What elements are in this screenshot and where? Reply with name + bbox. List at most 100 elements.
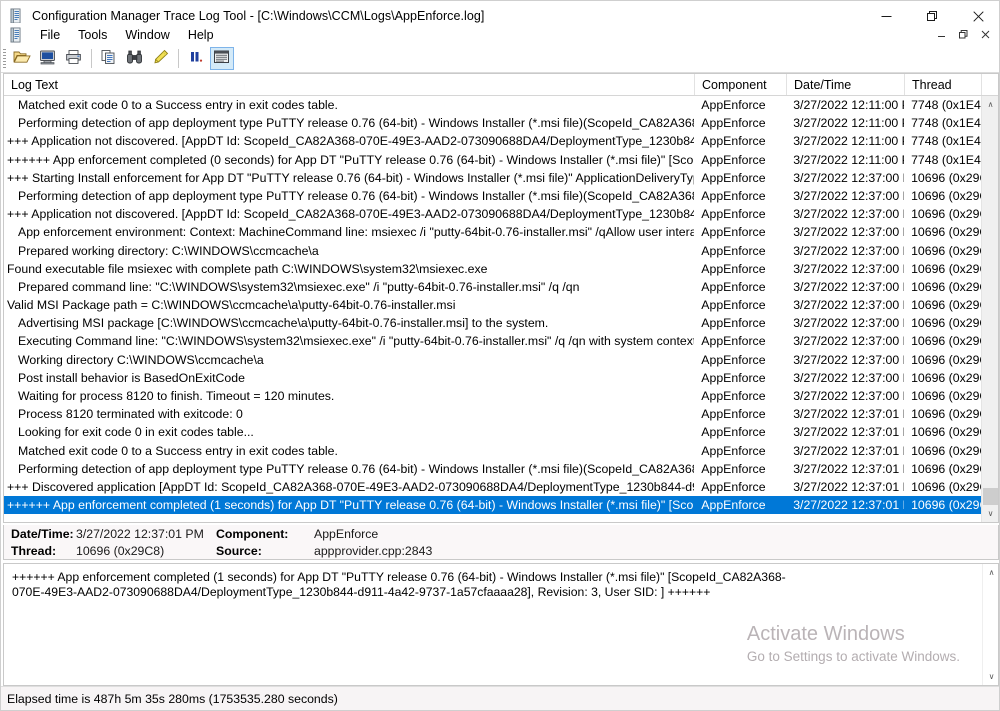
message-scroll-down-arrow-icon[interactable]: ∨ [983,668,998,685]
cell-date-time: 3/27/2022 12:37:00 PM [793,261,904,276]
list-vertical-scrollbar[interactable]: ∧ ∨ [981,96,998,522]
table-row[interactable]: Performing detection of app deployment t… [4,187,981,205]
watermark-subtitle: Go to Settings to activate Windows. [746,649,960,664]
toolbar-grip[interactable] [3,49,6,68]
cell-thread: 10696 (0x29C8) [911,370,981,385]
cell-date-time: 3/27/2022 12:37:00 PM [793,334,904,349]
table-row[interactable]: Performing detection of app deployment t… [4,114,981,132]
cell-component: AppEnforce [701,425,766,440]
mdi-restore-button[interactable] [953,25,973,43]
table-row[interactable]: Prepared working directory: C:\WINDOWS\c… [4,242,981,260]
cell-date-time: 3/27/2022 12:37:00 PM [793,225,904,240]
status-text: Elapsed time is 487h 5m 35s 280ms (17535… [7,691,338,706]
table-row[interactable]: +++ Application not discovered. [AppDT I… [4,205,981,223]
cell-component: AppEnforce [701,352,766,367]
cell-log-text: ++++++ App enforcement completed (0 seco… [7,152,695,167]
list-body[interactable]: Matched exit code 0 to a Success entry i… [4,96,981,522]
detail-thread-label: Thread: [11,543,57,558]
cell-thread: 10696 (0x29C8) [911,479,981,494]
cell-log-text: Valid MSI Package path = C:\WINDOWS\ccmc… [7,298,456,313]
message-pane[interactable]: ++++++ App enforcement completed (1 seco… [3,563,999,686]
cell-log-text: Process 8120 terminated with exitcode: 0 [18,407,243,422]
cell-thread: 10696 (0x29C8) [911,389,981,403]
highlight-button[interactable] [149,47,173,70]
cell-date-time: 3/27/2022 12:37:00 PM [793,352,904,367]
detail-pane-icon [213,49,231,68]
find-button[interactable] [123,47,147,70]
toolbar-separator [91,49,92,68]
table-row[interactable]: Executing Command line: "C:\WINDOWS\syst… [4,332,981,350]
table-row[interactable]: Waiting for process 8120 to finish. Time… [4,387,981,405]
cell-component: AppEnforce [701,461,766,476]
table-row[interactable]: Post install behavior is BasedOnExitCode… [4,369,981,387]
cell-component: AppEnforce [701,279,766,294]
cell-log-text: +++ Starting Install enforcement for App… [7,170,695,185]
copy-button[interactable] [97,47,121,70]
table-row[interactable]: App enforcement environment: Context: Ma… [4,223,981,241]
cell-date-time: 3/27/2022 12:37:01 PM [793,479,904,494]
log-list-view[interactable]: Log Text Component Date/Time Thread Matc… [3,73,999,523]
table-row[interactable]: +++ Application not discovered. [AppDT I… [4,132,981,150]
print-button[interactable] [62,47,86,70]
table-row[interactable]: ++++++ App enforcement completed (1 seco… [4,496,981,515]
cell-thread: 7748 (0x1E44) [911,116,981,131]
cell-component: AppEnforce [701,498,766,513]
cell-thread: 10696 (0x29C8) [911,188,981,203]
table-row[interactable]: Found executable file msiexec with compl… [4,260,981,278]
table-row[interactable]: Process 8120 terminated with exitcode: 0… [4,405,981,423]
column-header-date-time[interactable]: Date/Time [787,74,905,95]
cell-thread: 10696 (0x29C8) [911,334,981,349]
cell-thread: 10696 (0x29C8) [911,443,981,458]
column-header-component[interactable]: Component [695,74,787,95]
cell-date-time: 3/27/2022 12:37:01 PM [793,498,904,513]
table-row[interactable]: +++ Starting Install enforcement for App… [4,169,981,187]
scroll-down-arrow-icon[interactable]: ∨ [982,505,998,522]
show-detail-pane-button[interactable] [210,47,234,70]
table-row[interactable]: Working directory C:\WINDOWS\ccmcache\a A… [4,351,981,369]
table-row[interactable]: ++++++ App enforcement completed (0 seco… [4,151,981,169]
menu-help[interactable]: Help [179,26,223,44]
cell-log-text: Post install behavior is BasedOnExitCode [18,370,245,385]
detail-row-1: Date/Time: 3/27/2022 12:37:01 PM Compone… [4,525,998,542]
column-header-thread[interactable]: Thread [905,74,982,95]
window-title: Configuration Manager Trace Log Tool - [… [32,9,485,23]
scroll-up-arrow-icon[interactable]: ∧ [982,96,998,113]
cell-thread: 10696 (0x29C8) [911,461,981,476]
cell-date-time: 3/27/2022 12:37:00 PM [793,370,904,385]
cell-date-time: 3/27/2022 12:37:01 PM [793,407,904,422]
monitor-icon [39,49,57,68]
message-scroll-up-arrow-icon[interactable]: ∧ [983,564,998,581]
cell-log-text: App enforcement environment: Context: Ma… [18,225,695,240]
cell-date-time: 3/27/2022 12:37:00 PM [793,170,904,185]
detail-thread-value: 10696 (0x29C8) [76,543,165,558]
cell-thread: 10696 (0x29C8) [911,243,981,258]
mdi-close-button[interactable] [975,25,995,43]
table-row[interactable]: +++ Discovered application [AppDT Id: Sc… [4,478,981,496]
table-row[interactable]: Advertising MSI package [C:\WINDOWS\ccmc… [4,314,981,332]
cell-date-time: 3/27/2022 12:11:00 PM [793,152,904,167]
pause-button[interactable] [184,47,208,70]
detail-datetime-value: 3/27/2022 12:37:01 PM [76,526,204,541]
menu-window[interactable]: Window [116,26,178,44]
table-row[interactable]: Prepared command line: "C:\WINDOWS\syste… [4,278,981,296]
column-header-log-text[interactable]: Log Text [4,74,695,95]
menu-file[interactable]: File [31,26,69,44]
table-row[interactable]: Matched exit code 0 to a Success entry i… [4,96,981,114]
message-vertical-scrollbar[interactable]: ∧ ∨ [982,564,998,685]
table-row[interactable]: Matched exit code 0 to a Success entry i… [4,442,981,460]
message-text: ++++++ App enforcement completed (1 seco… [12,570,786,599]
cell-log-text: Matched exit code 0 to a Success entry i… [18,98,338,112]
table-row[interactable]: Valid MSI Package path = C:\WINDOWS\ccmc… [4,296,981,314]
watermark-title: Activate Windows [746,623,905,645]
cell-date-time: 3/27/2022 12:37:00 PM [793,243,904,258]
cell-log-text: Performing detection of app deployment t… [18,461,695,476]
mdi-minimize-button[interactable] [931,25,951,43]
cell-thread: 7748 (0x1E44) [911,152,981,167]
cell-date-time: 3/27/2022 12:37:00 PM [793,279,904,294]
log-document-icon[interactable] [9,27,25,43]
open-monitor-button[interactable] [36,47,60,70]
table-row[interactable]: Performing detection of app deployment t… [4,460,981,478]
table-row[interactable]: Looking for exit code 0 in exit codes ta… [4,423,981,441]
open-file-button[interactable] [10,47,34,70]
menu-tools[interactable]: Tools [69,26,116,44]
